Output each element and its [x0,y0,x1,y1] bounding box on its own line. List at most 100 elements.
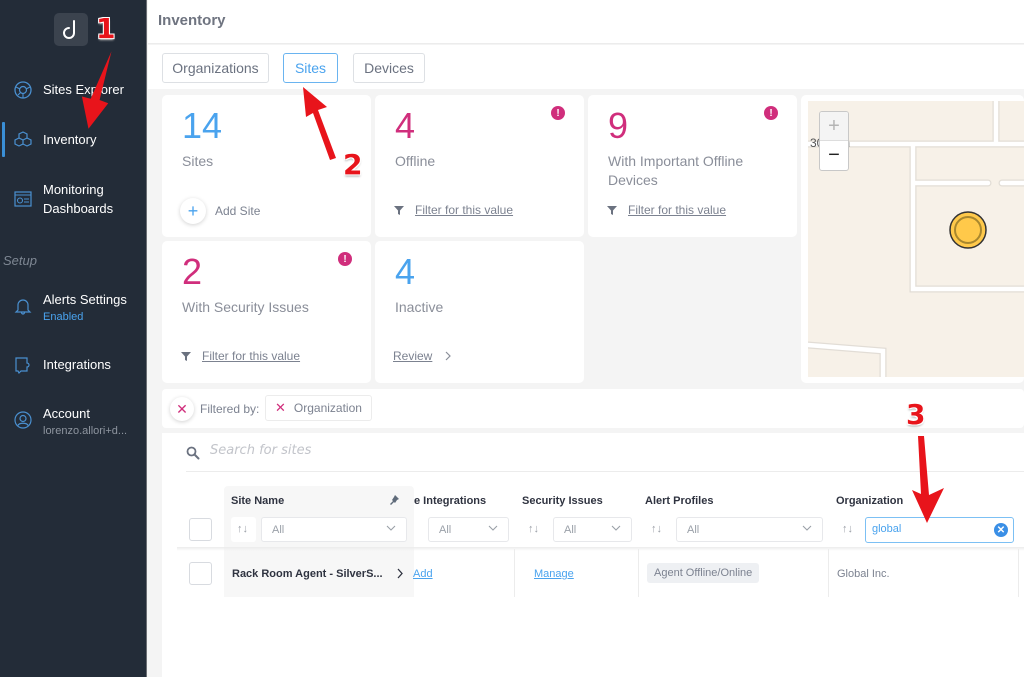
filter-site-name-select[interactable]: All [261,517,407,542]
pin-icon[interactable] [388,494,400,506]
card-caption: With Security Issues [182,299,309,315]
add-site-button[interactable]: + Add Site [180,198,260,224]
filter-link[interactable]: Filter for this value [415,203,513,217]
cell-site-name[interactable]: Rack Room Agent - SilverS... [232,568,383,580]
review-link[interactable]: Review [393,349,452,363]
annotation-number-2: 2 [343,148,363,181]
sidebar-item-label: Monitoring [43,182,104,197]
review-label[interactable]: Review [393,349,432,363]
filter-integrations-select[interactable]: All [428,517,509,542]
card-offline: 4 ! Offline Filter for this value [375,95,584,237]
sidebar-item-label: Integrations [43,357,111,372]
manage-security-link[interactable]: Manage [534,568,574,580]
dashboard-icon [14,191,32,207]
card-security-issues: 2 ! With Security Issues Filter for this… [162,241,371,383]
filter-icon [181,352,191,361]
active-filters-bar: ✕ Filtered by: ✕ Organization [162,389,1024,428]
card-sites: 14 Sites + Add Site [162,95,371,237]
tab-devices[interactable]: Devices [353,53,425,83]
add-site-label: Add Site [215,204,261,218]
site-marker[interactable] [949,211,987,249]
sidebar-item-label-line2: Dashboards [43,201,114,216]
chevron-down-icon [611,525,621,531]
card-caption: Inactive [395,299,444,315]
select-value: All [687,523,700,536]
annotation-number-1: 1 [96,12,116,45]
app-logo[interactable] [54,13,88,46]
sort-alert-profiles-icon[interactable]: ↑↓ [651,523,662,535]
search-icon [186,446,200,460]
sidebar-item-integrations[interactable]: Integrations [0,354,146,376]
puzzle-icon [15,357,30,375]
select-value: All [439,523,452,536]
alert-icon: ! [338,252,352,266]
column-header-organization[interactable]: Organization [836,495,903,507]
sort-organization-icon[interactable]: ↑↓ [842,523,853,535]
remove-filter-icon[interactable]: ✕ [275,400,286,416]
search-input[interactable] [210,443,610,458]
row-checkbox[interactable] [189,562,212,585]
filter-security-select[interactable]: All [553,517,632,542]
sidebar-item-alerts-settings[interactable]: Alerts Settings Enabled [0,290,146,326]
filter-security-link[interactable]: Filter for this value [180,349,300,363]
clear-input-icon[interactable]: ✕ [994,523,1008,537]
card-value: 2 [182,251,203,292]
filter-organization-input[interactable] [872,523,982,535]
column-header-alert-profiles[interactable]: Alert Profiles [645,495,713,507]
column-header-integrations[interactable]: e Integrations [414,495,486,507]
cell-organization: Global Inc. [837,568,890,580]
sidebar-item-inventory[interactable]: Inventory [0,129,146,151]
card-inactive: 4 Inactive Review [375,241,584,383]
filter-icon [607,206,617,215]
alert-icon: ! [764,106,778,120]
clear-filters-button[interactable]: ✕ [170,397,194,421]
card-caption: With Important Offline Devices [608,153,744,188]
chevron-right-icon [445,351,452,361]
tab-organizations[interactable]: Organizations [162,53,269,83]
filter-chip-label: Organization [293,401,362,415]
page-header: Inventory [148,0,1024,44]
filtered-by-label: Filtered by: [200,402,260,416]
card-value: 4 [395,105,416,146]
sort-security-icon[interactable]: ↑↓ [528,523,539,535]
tab-sites[interactable]: Sites [283,53,338,83]
sidebar-item-label: Account [43,406,90,421]
card-caption: Offline [395,153,436,169]
sites-map[interactable]: 30 outh + − [801,95,1024,383]
sort-site-name[interactable]: ↑↓ [231,517,256,542]
select-value: All [564,523,577,536]
filter-important-offline-link[interactable]: Filter for this value [606,203,726,217]
sidebar-item-account[interactable]: Account lorenzo.allori+d... [0,404,146,440]
zoom-in-button[interactable]: + [820,112,848,141]
filter-chip-organization[interactable]: ✕ Organization [265,395,372,421]
filter-offline-link[interactable]: Filter for this value [393,203,513,217]
column-divider [828,549,829,597]
filter-link[interactable]: Filter for this value [628,203,726,217]
alert-icon: ! [551,106,565,120]
zoom-out-button[interactable]: − [820,141,848,170]
sidebar-item-sites-explorer[interactable]: Sites Explorer [0,79,146,101]
annotation-number-3: 3 [906,398,926,431]
account-email: lorenzo.allori+d... [43,425,128,437]
select-all-checkbox[interactable] [189,518,212,541]
filter-organization-input-wrap: ✕ [865,517,1014,543]
sidebar-item-monitoring-dashboards[interactable]: Monitoring Dashboards [0,179,146,219]
chevron-right-icon[interactable] [396,568,404,579]
cubes-icon [14,131,32,147]
alerts-status: Enabled [43,311,84,323]
chevron-down-icon [802,525,812,531]
filter-link[interactable]: Filter for this value [202,349,300,363]
column-divider [1018,549,1019,597]
page-title: Inventory [158,12,226,29]
column-header-security-issues[interactable]: Security Issues [522,495,603,507]
sidebar-item-label: Alerts Settings [43,292,127,307]
view-tabs: Organizations Sites Devices [148,45,1024,89]
filter-alert-profiles-select[interactable]: All [676,517,823,542]
alert-profile-badge: Agent Offline/Online [647,563,760,583]
column-header-site-name[interactable]: Site Name [231,495,284,507]
add-integration-link[interactable]: Add [413,568,433,580]
card-value: 14 [182,105,223,146]
sidebar-item-label: Sites Explorer [43,82,124,97]
card-caption: Sites [182,153,214,169]
search-row [186,433,1024,472]
